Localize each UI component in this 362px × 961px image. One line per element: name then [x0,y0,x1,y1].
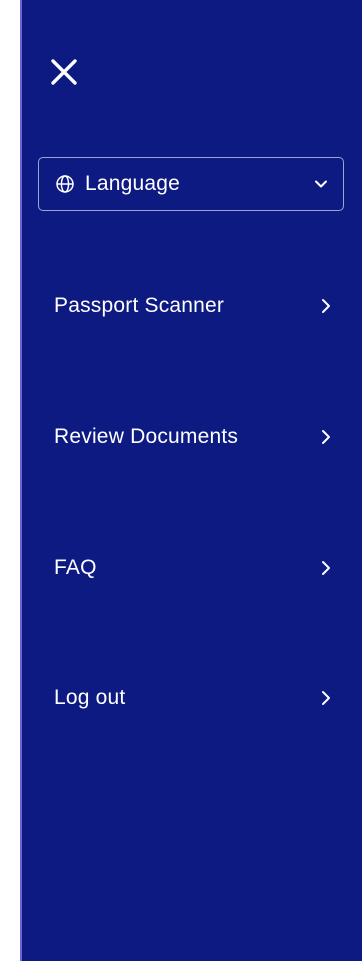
nav-item-label: FAQ [54,556,97,579]
nav-item-label: Passport Scanner [54,294,225,317]
chevron-right-icon [320,428,332,446]
side-menu-panel: Language Passport Scanner Review Documen… [20,0,362,961]
language-select[interactable]: Language [38,157,344,211]
nav-item-review-documents[interactable]: Review Documents [54,417,332,457]
nav-item-log-out[interactable]: Log out [54,678,332,718]
nav-item-label: Log out [54,686,126,709]
close-menu-button[interactable] [48,56,80,88]
chevron-down-icon [313,176,329,192]
chevron-right-icon [320,689,332,707]
language-label: Language [85,172,181,195]
nav-item-faq[interactable]: FAQ [54,548,332,588]
nav-item-label: Review Documents [54,425,239,448]
chevron-right-icon [320,559,332,577]
close-icon [48,56,80,88]
globe-icon [55,174,75,194]
chevron-right-icon [320,297,332,315]
nav-item-passport-scanner[interactable]: Passport Scanner [54,286,332,326]
